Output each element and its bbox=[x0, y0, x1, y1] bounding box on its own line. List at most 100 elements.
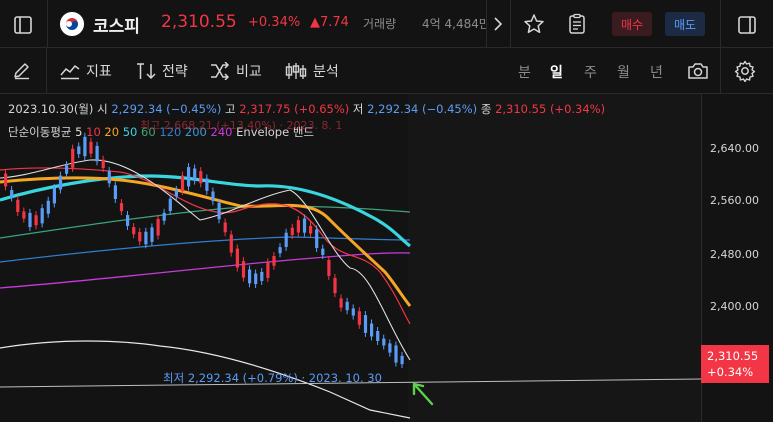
candle-body bbox=[187, 167, 191, 187]
volume-label: 거래량 bbox=[363, 17, 397, 31]
candle-body bbox=[260, 271, 264, 281]
candle-body bbox=[345, 301, 349, 311]
candle-body bbox=[113, 185, 117, 200]
compare-button[interactable]: 비교 bbox=[210, 61, 262, 81]
right-panel-toggle-button[interactable] bbox=[734, 12, 760, 38]
ma-label: 단순이동평균 bbox=[8, 125, 72, 139]
candle-body bbox=[296, 220, 300, 233]
candle-body bbox=[333, 277, 337, 294]
price-tick: 2,560.00 bbox=[710, 194, 759, 207]
price-chart[interactable] bbox=[0, 94, 773, 422]
change-absolute: ▲7.74 bbox=[310, 15, 349, 30]
candle-body bbox=[388, 343, 392, 353]
ma-period-20: 20 bbox=[104, 125, 120, 139]
panel-right-icon bbox=[738, 16, 756, 34]
candle-body bbox=[174, 189, 178, 197]
strategy-label: 전략 bbox=[162, 64, 188, 80]
open-label: 시 bbox=[97, 102, 108, 116]
candle-body bbox=[58, 175, 63, 190]
candle-body bbox=[321, 248, 325, 255]
candle-body bbox=[266, 262, 270, 278]
candle-body bbox=[278, 247, 282, 254]
korea-flag-icon bbox=[60, 12, 84, 36]
candle-body bbox=[168, 198, 172, 212]
high-label: 고 bbox=[224, 102, 236, 116]
ma-period-5: 5 bbox=[75, 125, 83, 139]
strategy-icon bbox=[137, 63, 156, 80]
candle-body bbox=[46, 200, 50, 214]
ohlc-legend: 2023.10.30(월) 시 2,292.34 (−0.45%) 고 2,31… bbox=[8, 101, 605, 117]
candle-body bbox=[95, 145, 99, 162]
chart-toolbar: 지표 전략 비교 분석 분 일 주 월 년 bbox=[0, 48, 773, 94]
sidebar-toggle-button[interactable] bbox=[10, 12, 36, 38]
price-tick: 2,640.00 bbox=[710, 142, 759, 155]
candle-body bbox=[144, 231, 148, 245]
settings-button[interactable] bbox=[732, 58, 758, 84]
strategy-button[interactable]: 전략 bbox=[136, 61, 188, 81]
candle-body bbox=[229, 234, 233, 253]
candle-body bbox=[71, 148, 75, 168]
symbol-name[interactable]: 코스피 bbox=[93, 12, 140, 37]
ma-5-line bbox=[0, 159, 411, 361]
candle-body bbox=[363, 315, 368, 333]
candle-body bbox=[400, 355, 404, 365]
order-book-button[interactable] bbox=[564, 11, 590, 37]
timeframe-minute[interactable]: 분 bbox=[518, 62, 531, 82]
candle-body bbox=[357, 311, 361, 325]
expand-button[interactable] bbox=[488, 12, 508, 36]
candle-body bbox=[376, 331, 380, 341]
indicators-button[interactable]: 지표 bbox=[60, 61, 112, 81]
shuffle-icon bbox=[211, 62, 230, 80]
current-price-value: 2,310.55 bbox=[707, 349, 759, 363]
candle-body bbox=[16, 199, 20, 213]
drawing-tool-button[interactable] bbox=[10, 58, 34, 82]
candle-body bbox=[77, 146, 81, 155]
candle-body bbox=[40, 208, 44, 224]
ma-period-10: 10 bbox=[86, 125, 101, 139]
candle-body bbox=[22, 211, 26, 219]
candle-body bbox=[205, 178, 209, 191]
candle-body bbox=[309, 225, 313, 234]
compare-label: 비교 bbox=[236, 64, 262, 80]
analysis-label: 분석 bbox=[313, 64, 339, 80]
candle-body bbox=[254, 273, 258, 285]
buy-button[interactable]: 매수 bbox=[612, 12, 652, 36]
low-value: 2,292.34 (−0.45%) bbox=[367, 102, 478, 116]
favorite-button[interactable] bbox=[521, 11, 547, 37]
candle-body bbox=[150, 227, 154, 242]
candle-body bbox=[235, 248, 239, 268]
candle-body bbox=[65, 165, 69, 174]
volume-value: 4억 4,484만 bbox=[422, 17, 486, 31]
candle-body bbox=[10, 189, 14, 198]
high-value: 2,317.75 (+0.65%) bbox=[239, 102, 350, 116]
candle-body bbox=[382, 338, 386, 346]
candle-body bbox=[217, 202, 221, 220]
high-marker-label: 최고 2,668.21 (+13.40%) · 2023. 8. 1 bbox=[140, 119, 343, 132]
timeframe-month[interactable]: 월 bbox=[617, 62, 630, 82]
panel-icon bbox=[14, 16, 32, 34]
snapshot-button[interactable] bbox=[685, 59, 711, 83]
candle-body bbox=[223, 222, 227, 233]
legend-date: 2023.10.30(월) bbox=[8, 102, 94, 116]
candle-body bbox=[370, 323, 374, 337]
candle-body bbox=[199, 171, 203, 184]
change-percent: +0.34% bbox=[248, 15, 301, 30]
close-label: 종 bbox=[480, 102, 492, 116]
candles-icon bbox=[285, 63, 307, 79]
candle-body bbox=[290, 227, 294, 236]
candle-body bbox=[4, 173, 8, 187]
chevron-right-icon bbox=[494, 17, 503, 31]
candle-body bbox=[339, 298, 343, 308]
candle-body bbox=[272, 255, 276, 266]
sell-button[interactable]: 매도 bbox=[665, 12, 705, 36]
candle-body bbox=[241, 261, 246, 278]
timeframe-day[interactable]: 일 bbox=[550, 62, 563, 82]
timeframe-week[interactable]: 주 bbox=[584, 62, 597, 82]
timeframe-year[interactable]: 년 bbox=[650, 62, 663, 82]
star-icon bbox=[524, 14, 544, 34]
top-bar: 코스피 2,310.55 +0.34% ▲7.74 거래량 4억 4,484만 … bbox=[0, 0, 773, 48]
gear-icon bbox=[734, 60, 756, 82]
candle-body bbox=[34, 215, 38, 226]
analysis-button[interactable]: 분석 bbox=[285, 61, 339, 81]
low-label: 저 bbox=[352, 102, 364, 116]
